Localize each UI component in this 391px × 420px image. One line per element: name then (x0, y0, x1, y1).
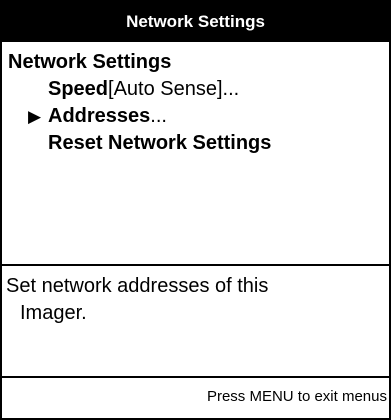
menu-item-value: [Auto Sense]... (108, 78, 240, 100)
menu-item-name: Addresses (48, 105, 151, 127)
selection-pointer-icon: ▶ (28, 107, 42, 126)
footer-hint-bar: Press MENU to exit menus (2, 378, 389, 414)
window-title: Network Settings (126, 12, 265, 31)
help-text-panel: Set network addresses of this Imager. (2, 266, 389, 378)
help-text-line-1: Set network addresses of this (6, 275, 269, 297)
menu-list: Network Settings Speed [Auto Sense]... ▶… (2, 42, 389, 266)
menu-item-name: Reset Network Settings (48, 132, 272, 154)
window-title-bar: Network Settings (2, 2, 389, 42)
footer-hint: Press MENU to exit menus (206, 387, 387, 405)
help-text-line-2: Imager. (20, 302, 87, 324)
menu-window: Network Settings Network Settings Speed … (0, 0, 391, 420)
menu-item-ellipsis: ... (150, 105, 167, 127)
menu-item-addresses[interactable]: ▶ Addresses... (8, 103, 389, 130)
menu-item-name: Speed (48, 78, 109, 100)
menu-item-reset-network-settings[interactable]: Reset Network Settings (8, 130, 389, 157)
menu-heading: Network Settings (8, 51, 172, 73)
menu-item-speed[interactable]: Speed [Auto Sense]... (8, 76, 389, 103)
